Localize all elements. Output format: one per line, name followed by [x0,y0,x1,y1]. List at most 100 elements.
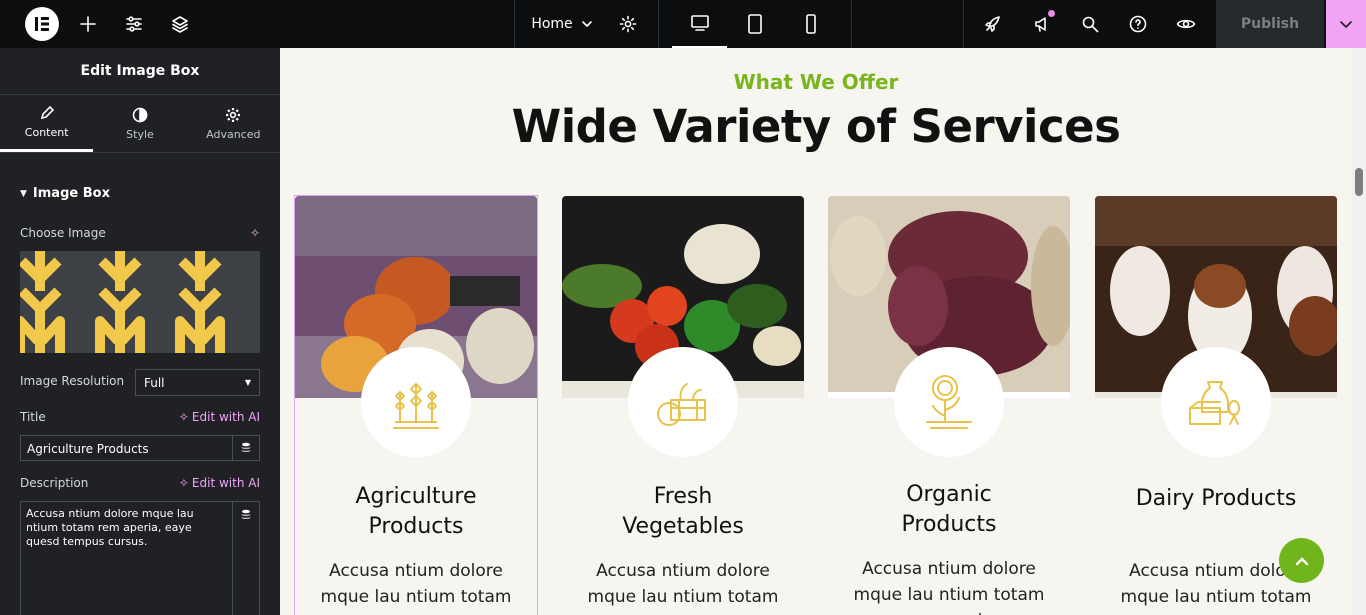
database-icon [241,442,251,452]
layers-icon [172,16,188,33]
dairy-icon [1189,381,1240,425]
launch-button[interactable] [977,0,1009,48]
rocket-icon [985,16,1000,32]
caret-down-icon: ▼ [244,378,251,387]
vegetable-basket-icon [657,383,706,426]
chevron-up-icon [1295,556,1308,565]
help-button[interactable] [1122,0,1154,48]
tab-content-label: Content [24,126,69,139]
sparkle-icon: ✧ [249,226,260,240]
title-label: Title [20,410,46,424]
add-element-button[interactable] [72,0,104,48]
sparkle-icon: ✧ [178,410,189,424]
plus-icon [80,16,96,32]
card-title: Fresh Vegetables [622,484,744,539]
image-preview[interactable] [20,251,260,353]
sunflower-icon [926,375,972,429]
image-box-card[interactable]: Organic Products Accusa ntium dolore mqu… [828,196,1070,615]
page-name: Home [531,16,573,32]
chevron-down-icon [1340,21,1352,28]
sliders-icon [126,16,142,32]
mobile-icon [806,14,816,34]
card-description: Accusa ntium dolore mque lau ntium totam… [853,559,1045,615]
finder-search-button[interactable] [1074,0,1106,48]
page-canvas: What We Offer Wide Variety of Services A… [280,48,1352,615]
card-title: Organic Products [901,482,997,537]
section-title: Image Box [32,186,110,201]
editor-panel: Edit Image Box Content Style Advanced ▼ … [0,48,280,615]
elementor-logo-icon [25,7,59,41]
site-settings-button[interactable] [118,0,150,48]
caret-down-icon: ▼ [20,188,27,199]
title-edit-ai-button[interactable]: ✧ Edit with AI [179,410,260,424]
gear-icon [619,15,637,33]
database-icon [241,509,251,519]
chevron-down-icon [581,21,592,27]
edit-ai-label: Edit with AI [191,476,260,490]
sparkle-icon: ✧ [178,476,189,490]
preview-button[interactable] [1170,0,1202,48]
panel-title: Edit Image Box [0,48,280,95]
card-title: Dairy Products [1135,486,1297,511]
publish-button[interactable]: Publish [1216,0,1324,48]
card-icon-circle [628,347,738,457]
scrollbar-thumb[interactable] [1355,168,1363,196]
mobile-view-button[interactable] [792,0,830,48]
description-label: Description [20,476,89,490]
description-field[interactable]: Accusa ntium dolore mque lau ntium totam… [20,501,260,615]
desktop-icon [690,15,709,31]
publish-label: Publish [1240,16,1300,32]
card-description: Accusa ntium dolore mque lau ntium totam… [320,561,512,615]
description-textarea[interactable]: Accusa ntium dolore mque lau ntium totam… [21,502,232,615]
card-title: Agriculture Products [355,484,477,539]
editor-top-bar: Home Publish [0,0,1366,48]
tablet-icon [748,14,762,34]
card-icon-circle [894,347,1004,457]
tab-advanced[interactable]: Advanced [187,95,280,152]
card-icon-circle [1161,347,1271,457]
canvas-scrollbar[interactable] [1352,48,1366,615]
help-icon [1129,15,1147,33]
contrast-icon [132,107,148,122]
description-edit-ai-button[interactable]: ✧ Edit with AI [179,476,260,490]
notification-dot [1048,10,1055,17]
image-resolution-label: Image Resolution [20,374,125,388]
edit-ai-label: Edit with AI [191,410,260,424]
image-box-card[interactable]: Agriculture Products Accusa ntium dolore… [294,195,538,615]
wheat-icon [393,383,439,429]
tab-style[interactable]: Style [93,95,186,152]
image-resolution-select[interactable]: Full ▼ [135,369,260,396]
search-icon [1082,16,1099,33]
choose-image-label: Choose Image [20,226,106,240]
desktop-view-button[interactable] [672,0,727,48]
tablet-view-button[interactable] [736,0,774,48]
publish-options-button[interactable] [1326,0,1366,48]
pencil-icon [40,105,54,120]
elementor-logo-button[interactable] [22,0,62,48]
eye-icon [1176,19,1196,29]
panel-tabs: Content Style Advanced [0,95,280,153]
structure-button[interactable] [164,0,196,48]
scroll-to-top-button[interactable] [1279,538,1324,583]
image-resolution-value: Full [144,375,165,390]
image-box-card[interactable]: Fresh Vegetables Accusa ntium dolore mqu… [562,196,804,615]
dynamic-tags-button[interactable] [232,436,259,460]
tab-style-label: Style [126,127,154,141]
card-icon-circle [361,347,471,457]
section-heading: Wide Variety of Services [511,100,1121,153]
gear-icon [226,107,241,122]
title-input[interactable]: Agriculture Products [21,436,232,460]
dynamic-tags-button[interactable] [232,502,259,615]
section-kicker: What We Offer [733,70,899,94]
section-toggle-image-box[interactable]: ▼ Image Box [20,186,110,201]
page-settings-button[interactable] [612,0,644,48]
tab-advanced-label: Advanced [206,127,261,141]
tab-content[interactable]: Content [0,95,94,152]
page-selector[interactable]: Home [522,0,602,48]
title-field[interactable]: Agriculture Products [20,435,260,461]
ai-image-button[interactable]: ✧ [250,226,260,240]
card-description: Accusa ntium dolore mque lau ntium totam… [587,561,779,615]
megaphone-icon [1035,17,1046,32]
wheat-pattern-image [20,251,260,353]
notifications-button[interactable] [1026,0,1058,48]
